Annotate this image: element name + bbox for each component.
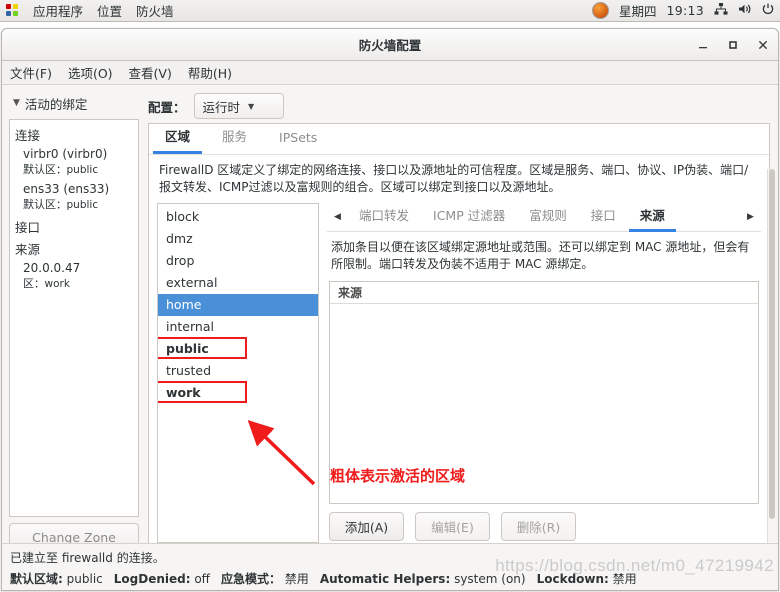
window-controls	[694, 29, 772, 60]
window-body: ▼ 活动的绑定 连接 virbr0 (virbr0) 默认区：public en…	[2, 85, 778, 558]
binding-item[interactable]: 20.0.0.47 区：work	[23, 261, 133, 291]
active-bindings-header[interactable]: ▼ 活动的绑定	[9, 91, 139, 115]
status-logdenied: LogDenied: off	[113, 572, 210, 586]
zone-list-item[interactable]: internal	[158, 316, 318, 338]
volume-icon[interactable]	[738, 3, 752, 18]
zone-list-item[interactable]: drop	[158, 250, 318, 272]
zone-list-item-work[interactable]: work	[158, 380, 318, 404]
window-scrollbar[interactable]	[767, 169, 776, 569]
chevron-left-icon[interactable]: ◀	[329, 204, 346, 230]
panel-menu-applications[interactable]: 应用程序	[33, 1, 83, 20]
chevron-down-icon: ▼	[13, 98, 20, 108]
sub-tabs: ◀ 端口转发 ICMP 过滤器 富规则 接口 来源 ▶	[327, 203, 761, 232]
binding-name: ens33 (ens33)	[23, 182, 110, 196]
subtab-rich-rules[interactable]: 富规则	[518, 202, 578, 232]
panel-menu-places[interactable]: 位置	[97, 1, 122, 20]
orange-circle-icon[interactable]	[591, 2, 609, 19]
maximize-icon[interactable]	[724, 36, 742, 54]
active-bindings-label: 活动的绑定	[24, 96, 88, 112]
add-button[interactable]: 添加(A)	[329, 512, 404, 541]
chevron-right-icon[interactable]: ▶	[742, 204, 759, 230]
chevron-down-icon: ▼	[248, 101, 255, 111]
panel-day-label: 星期四	[618, 4, 657, 19]
edit-button: 编辑(E)	[415, 512, 490, 541]
status-area: 已建立至 firewalld 的连接。 默认区域: public LogDeni…	[2, 543, 778, 590]
zone-list-item[interactable]: dmz	[158, 228, 318, 250]
applications-icon[interactable]	[6, 4, 19, 17]
binding-zone: 默认区：public	[23, 163, 99, 176]
firewall-config-window: 防火墙配置 文件(F) 选项(O) 查看(V) 帮助(H) ▼ 活动的绑定 连接…	[1, 28, 779, 591]
minimize-icon[interactable]	[694, 36, 712, 54]
zones-pane: 配置： 运行时 ▼ 区域 服务 IPSets FirewallD 区域定义了绑定…	[144, 85, 778, 558]
scrollbar-thumb[interactable]	[769, 169, 775, 519]
sources-table-header: 来源	[330, 281, 758, 304]
zone-list-item-home[interactable]: home	[158, 293, 318, 316]
binding-name: virbr0 (virbr0)	[23, 147, 108, 161]
status-panic-mode: 应急模式： 禁用	[220, 572, 309, 586]
zone-detail: ◀ 端口转发 ICMP 过滤器 富规则 接口 来源 ▶ 添加条目以便在该区域绑定…	[327, 203, 761, 543]
subtab-icmp-filter[interactable]: ICMP 过滤器	[422, 202, 516, 232]
config-row: 配置： 运行时 ▼	[148, 91, 770, 121]
binding-item[interactable]: virbr0 (virbr0) 默认区：public	[23, 147, 133, 177]
top-panel-left: 应用程序 位置 防火墙	[0, 1, 174, 20]
zone-list-item[interactable]: block	[158, 206, 318, 228]
zone-description: FirewallD 区域定义了绑定的网络连接、接口以及源地址的可信程度。区域是服…	[159, 163, 749, 195]
binding-zone: 区：work	[23, 277, 70, 290]
network-icon[interactable]	[714, 3, 728, 18]
tab-ipsets[interactable]: IPSets	[267, 126, 329, 154]
status-default-zone: 默认区域: public	[10, 572, 103, 586]
config-select[interactable]: 运行时 ▼	[193, 93, 284, 119]
active-bindings-pane: ▼ 活动的绑定 连接 virbr0 (virbr0) 默认区：public en…	[2, 85, 144, 558]
top-panel-right: 星期四 19:13	[591, 1, 780, 20]
window-titlebar[interactable]: 防火墙配置	[2, 29, 778, 61]
zone-list[interactable]: block dmz drop external home internal pu…	[157, 202, 319, 543]
close-icon[interactable]	[754, 36, 772, 54]
bindings-group-sources-title: 来源	[15, 242, 41, 257]
subtab-sources[interactable]: 来源	[628, 202, 676, 232]
panel-menu-firewall[interactable]: 防火墙	[136, 1, 174, 20]
connection-status: 已建立至 firewalld 的连接。	[10, 551, 165, 565]
panel-clock[interactable]: 19:13	[666, 3, 704, 18]
menu-bar: 文件(F) 选项(O) 查看(V) 帮助(H)	[2, 61, 778, 85]
remove-button: 删除(R)	[501, 512, 576, 541]
zone-list-item-public[interactable]: public	[158, 336, 318, 360]
annotation-note: 粗体表示激活的区域	[330, 467, 466, 485]
menu-options[interactable]: 选项(O)	[68, 63, 113, 82]
zone-list-item[interactable]: trusted	[158, 360, 318, 382]
tab-zones[interactable]: 区域	[153, 124, 203, 154]
binding-zone: 默认区：public	[23, 198, 99, 211]
zones-panel: 区域 服务 IPSets FirewallD 区域定义了绑定的网络连接、接口以及…	[148, 123, 770, 552]
sources-description: 添加条目以便在该区域绑定源地址或范围。还可以绑定到 MAC 源地址，但会有所限制…	[331, 239, 750, 272]
main-tabs: 区域 服务 IPSets	[149, 124, 769, 155]
subtab-port-forward[interactable]: 端口转发	[348, 202, 420, 232]
zone-list-item[interactable]: external	[158, 272, 318, 294]
config-label: 配置：	[148, 99, 186, 115]
window-title: 防火墙配置	[358, 38, 422, 53]
zone-split: block dmz drop external home internal pu…	[149, 202, 769, 551]
power-icon[interactable]	[762, 3, 774, 18]
bindings-group-connections-title: 连接	[15, 128, 41, 143]
status-lockdown: Lockdown: 禁用	[536, 572, 637, 586]
binding-name: 20.0.0.47	[23, 261, 81, 275]
status-automatic-helpers: Automatic Helpers: system (on)	[319, 572, 526, 586]
subtab-interfaces[interactable]: 接口	[580, 202, 627, 232]
config-select-value: 运行时	[202, 99, 241, 115]
sources-button-row: 添加(A) 编辑(E) 删除(R)	[327, 504, 761, 543]
tab-services[interactable]: 服务	[210, 124, 259, 154]
status-fields: 默认区域: public LogDenied: off 应急模式： 禁用 Aut…	[10, 570, 772, 587]
bindings-group-interfaces-title: 接口	[15, 220, 41, 235]
bindings-list[interactable]: 连接 virbr0 (virbr0) 默认区：public ens33 (ens…	[9, 119, 139, 517]
menu-file[interactable]: 文件(F)	[10, 63, 52, 82]
menu-view[interactable]: 查看(V)	[129, 63, 172, 82]
binding-item[interactable]: ens33 (ens33) 默认区：public	[23, 182, 133, 212]
gnome-top-panel: 应用程序 位置 防火墙 星期四 19:13	[0, 0, 780, 22]
menu-help[interactable]: 帮助(H)	[188, 63, 232, 82]
